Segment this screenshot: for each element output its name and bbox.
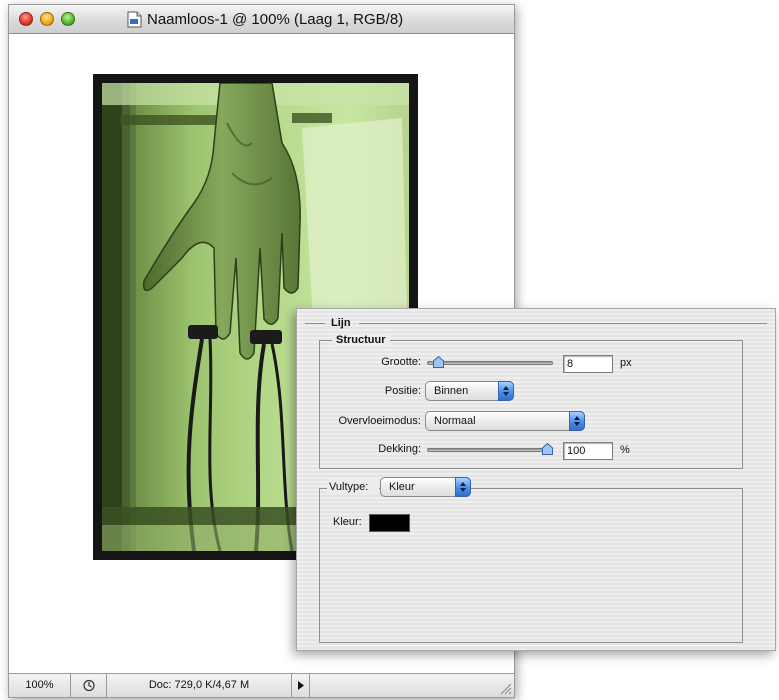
position-select[interactable]: Binnen xyxy=(425,381,514,401)
status-info-button[interactable] xyxy=(71,674,107,697)
blend-mode-select[interactable]: Normaal xyxy=(425,411,585,431)
zoom-button[interactable] xyxy=(61,12,75,26)
position-label: Positie: xyxy=(384,385,421,397)
select-arrows-icon xyxy=(455,477,471,497)
window-titlebar[interactable]: Naamloos-1 @ 100% (Laag 1, RGB/8) xyxy=(9,5,514,34)
color-swatch[interactable] xyxy=(369,514,410,532)
lijn-section-title: Lijn xyxy=(331,317,351,329)
opacity-input[interactable]: 100 xyxy=(563,442,613,460)
fill-type-select[interactable]: Kleur xyxy=(380,477,471,497)
size-slider-thumb[interactable] xyxy=(432,356,444,368)
blend-mode-select-value: Normaal xyxy=(434,415,476,427)
fill-group xyxy=(319,488,743,643)
opacity-slider-thumb[interactable] xyxy=(542,443,553,455)
size-label: Grootte: xyxy=(381,356,421,368)
zoom-level-field[interactable]: 100% xyxy=(9,674,71,697)
window-title: Naamloos-1 @ 100% (Laag 1, RGB/8) xyxy=(147,10,404,28)
size-input[interactable]: 8 xyxy=(563,355,613,373)
select-arrows-icon xyxy=(569,411,585,431)
minimize-button[interactable] xyxy=(40,12,54,26)
status-bar: 100% Doc: 729,0 K/4,67 M xyxy=(9,673,514,697)
lijn-divider-left xyxy=(305,323,325,324)
document-size-readout: Doc: 729,0 K/4,67 M xyxy=(107,674,292,697)
blend-mode-label: Overvloeimodus: xyxy=(338,415,421,427)
structure-group-title: Structuur xyxy=(332,333,390,347)
status-menu-button[interactable] xyxy=(292,674,310,697)
opacity-unit: % xyxy=(620,444,630,456)
opacity-label: Dekking: xyxy=(378,443,421,455)
select-arrows-icon xyxy=(498,381,514,401)
size-unit: px xyxy=(620,357,632,369)
triangle-right-icon xyxy=(298,681,304,690)
size-slider-track[interactable] xyxy=(427,361,553,365)
close-button[interactable] xyxy=(19,12,33,26)
fill-type-label: Vultype: xyxy=(327,479,379,495)
color-label: Kleur: xyxy=(333,516,362,528)
opacity-slider-track[interactable] xyxy=(427,448,553,452)
lijn-divider-right xyxy=(359,323,767,324)
stroke-settings-panel: Lijn Structuur Grootte: 8 px Positie: Bi… xyxy=(296,308,776,651)
document-icon xyxy=(127,11,142,27)
resize-grip-icon[interactable] xyxy=(498,681,512,695)
window-title-group: Naamloos-1 @ 100% (Laag 1, RGB/8) xyxy=(127,9,403,29)
position-select-value: Binnen xyxy=(434,385,469,397)
fill-type-select-value: Kleur xyxy=(389,481,415,493)
info-icon xyxy=(83,679,95,692)
